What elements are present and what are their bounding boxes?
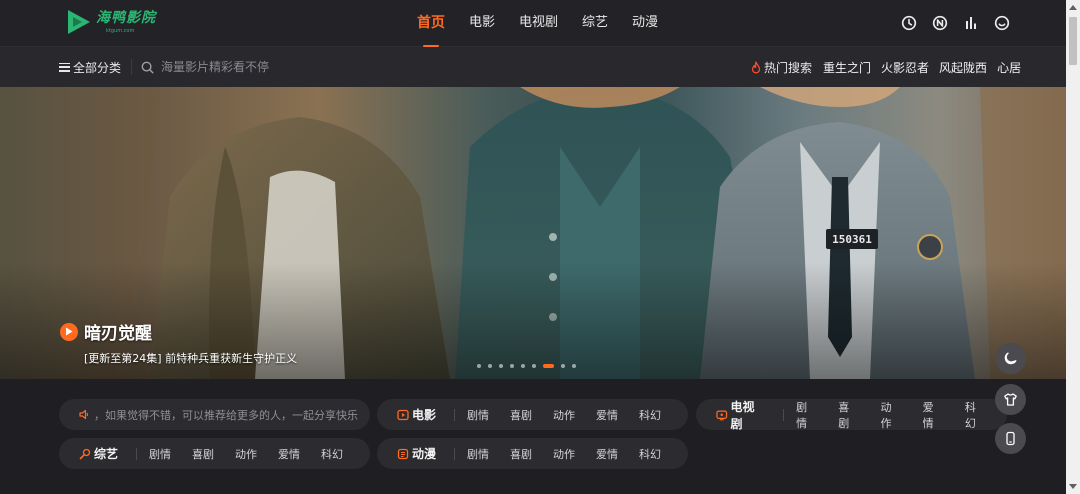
notice-text: ，如果觉得不错，可以推荐给更多的人，一起分享快乐 xyxy=(94,408,358,422)
carousel-dot[interactable] xyxy=(499,364,503,368)
n-badge-icon[interactable] xyxy=(930,13,950,33)
category-link[interactable]: 喜剧 xyxy=(192,446,214,462)
category-title-tv[interactable]: 电视剧 xyxy=(716,398,765,432)
sub-header: 全部分类 热门搜索 重生之门 火影忍者 风起陇西 心居 xyxy=(0,47,1066,87)
mic-icon xyxy=(79,448,91,459)
logo-domain: ktgum.com xyxy=(106,27,135,34)
category-link[interactable]: 爱情 xyxy=(596,446,618,462)
category-link[interactable]: 科幻 xyxy=(965,399,986,431)
category-link[interactable]: 科幻 xyxy=(639,446,661,462)
category-link[interactable]: 喜剧 xyxy=(838,399,859,431)
category-link[interactable]: 动作 xyxy=(553,407,575,423)
bar-chart-icon[interactable] xyxy=(961,13,981,33)
category-pill-variety: 综艺 剧情 喜剧 动作 爱情 科幻 xyxy=(59,438,370,469)
carousel-dot[interactable] xyxy=(521,364,525,368)
carousel-dot[interactable] xyxy=(477,364,481,368)
menu-icon xyxy=(59,62,70,72)
hot-search-link[interactable]: 风起陇西 xyxy=(939,59,987,76)
category-pill-tv: 电视剧 剧情 喜剧 动作 爱情 科幻 xyxy=(696,398,1007,432)
play-icon[interactable] xyxy=(60,322,78,341)
category-section: ，如果觉得不错，可以推荐给更多的人，一起分享快乐 电影 剧情 喜剧 动作 爱情 … xyxy=(0,379,1066,494)
category-link[interactable]: 动作 xyxy=(553,446,575,462)
category-pill-anime: 动漫 剧情 喜剧 动作 爱情 科幻 xyxy=(377,438,688,469)
moon-icon xyxy=(1004,352,1017,365)
category-link[interactable]: 爱情 xyxy=(923,399,944,431)
tv-icon xyxy=(716,410,728,420)
nav-anime[interactable]: 动漫 xyxy=(620,0,670,47)
category-link[interactable]: 剧情 xyxy=(467,407,489,423)
category-link[interactable]: 科幻 xyxy=(639,407,661,423)
notice-bar: ，如果觉得不错，可以推荐给更多的人，一起分享快乐 xyxy=(59,399,370,430)
slide-subtitle: [更新至第24集] 前特种兵重获新生守护正义 xyxy=(84,352,298,365)
category-pill-movies: 电影 剧情 喜剧 动作 爱情 科幻 xyxy=(377,399,688,430)
hot-search-link[interactable]: 重生之门 xyxy=(823,59,871,76)
category-link[interactable]: 动作 xyxy=(235,446,257,462)
film-icon xyxy=(397,409,409,420)
theme-skin-button[interactable] xyxy=(995,384,1026,415)
category-link[interactable]: 喜剧 xyxy=(510,407,532,423)
logo-name: 海鸭影院 xyxy=(96,9,156,26)
smile-icon[interactable] xyxy=(992,13,1012,33)
shirt-icon xyxy=(1004,393,1017,406)
nav-tv-series[interactable]: 电视剧 xyxy=(507,0,570,47)
carousel-indicators xyxy=(477,364,576,368)
site-logo[interactable]: 海鸭影院 ktgum.com xyxy=(66,8,156,36)
top-header: 海鸭影院 ktgum.com 首页 电影 电视剧 综艺 动漫 xyxy=(0,0,1066,47)
search-box xyxy=(141,47,441,87)
carousel-dot[interactable] xyxy=(488,364,492,368)
scrollbar-thumb[interactable] xyxy=(1069,17,1077,65)
carousel-dot[interactable] xyxy=(510,364,514,368)
slide-caption: 暗刃觉醒 [更新至第24集] 前特种兵重获新生守护正义 xyxy=(60,319,297,366)
category-title-anime[interactable]: 动漫 xyxy=(397,445,436,462)
nav-movies[interactable]: 电影 xyxy=(457,0,507,47)
all-categories-label: 全部分类 xyxy=(73,60,122,75)
category-link[interactable]: 动作 xyxy=(880,399,901,431)
mobile-icon xyxy=(1006,431,1015,446)
page-scrollbar[interactable] xyxy=(1066,0,1080,494)
clock-icon[interactable] xyxy=(899,13,919,33)
header-actions xyxy=(899,13,1012,33)
search-icon[interactable] xyxy=(141,61,154,74)
dark-mode-button[interactable] xyxy=(995,343,1026,374)
hot-searches: 热门搜索 重生之门 火影忍者 风起陇西 心居 xyxy=(750,47,1031,87)
fire-icon xyxy=(751,60,761,73)
category-link[interactable]: 爱情 xyxy=(596,407,618,423)
nav-variety[interactable]: 综艺 xyxy=(570,0,620,47)
slide-title[interactable]: 暗刃觉醒 xyxy=(84,319,152,344)
category-link[interactable]: 爱情 xyxy=(278,446,300,462)
nav-home[interactable]: 首页 xyxy=(405,0,457,47)
category-title-variety[interactable]: 综艺 xyxy=(79,445,118,462)
main-nav: 首页 电影 电视剧 综艺 动漫 xyxy=(405,0,670,47)
carousel-dot-active[interactable] xyxy=(543,364,554,368)
category-title-movies[interactable]: 电影 xyxy=(397,406,436,423)
divider xyxy=(131,59,132,75)
category-link[interactable]: 科幻 xyxy=(321,446,343,462)
carousel-dot[interactable] xyxy=(572,364,576,368)
anime-icon xyxy=(397,448,409,459)
hot-search-label: 热门搜索 xyxy=(764,60,813,75)
category-link[interactable]: 剧情 xyxy=(796,399,817,431)
category-link[interactable]: 剧情 xyxy=(149,446,171,462)
hot-search-link[interactable]: 火影忍者 xyxy=(881,59,929,76)
category-link[interactable]: 喜剧 xyxy=(510,446,532,462)
all-categories-button[interactable]: 全部分类 xyxy=(59,47,121,87)
hero-banner[interactable]: 150361 暗刃觉醒 [更新至第24集] 前特种兵重获新生守护正义 xyxy=(0,87,1066,379)
category-link[interactable]: 剧情 xyxy=(467,446,489,462)
scroll-down-arrow-icon[interactable] xyxy=(1069,484,1077,489)
carousel-dot[interactable] xyxy=(532,364,536,368)
mobile-view-button[interactable] xyxy=(995,423,1026,454)
hot-search-link[interactable]: 心居 xyxy=(997,59,1021,76)
carousel-dot[interactable] xyxy=(561,364,565,368)
scroll-up-arrow-icon[interactable] xyxy=(1069,5,1077,10)
logo-play-icon xyxy=(68,10,90,34)
speaker-icon xyxy=(79,409,89,420)
search-input[interactable] xyxy=(161,60,421,74)
